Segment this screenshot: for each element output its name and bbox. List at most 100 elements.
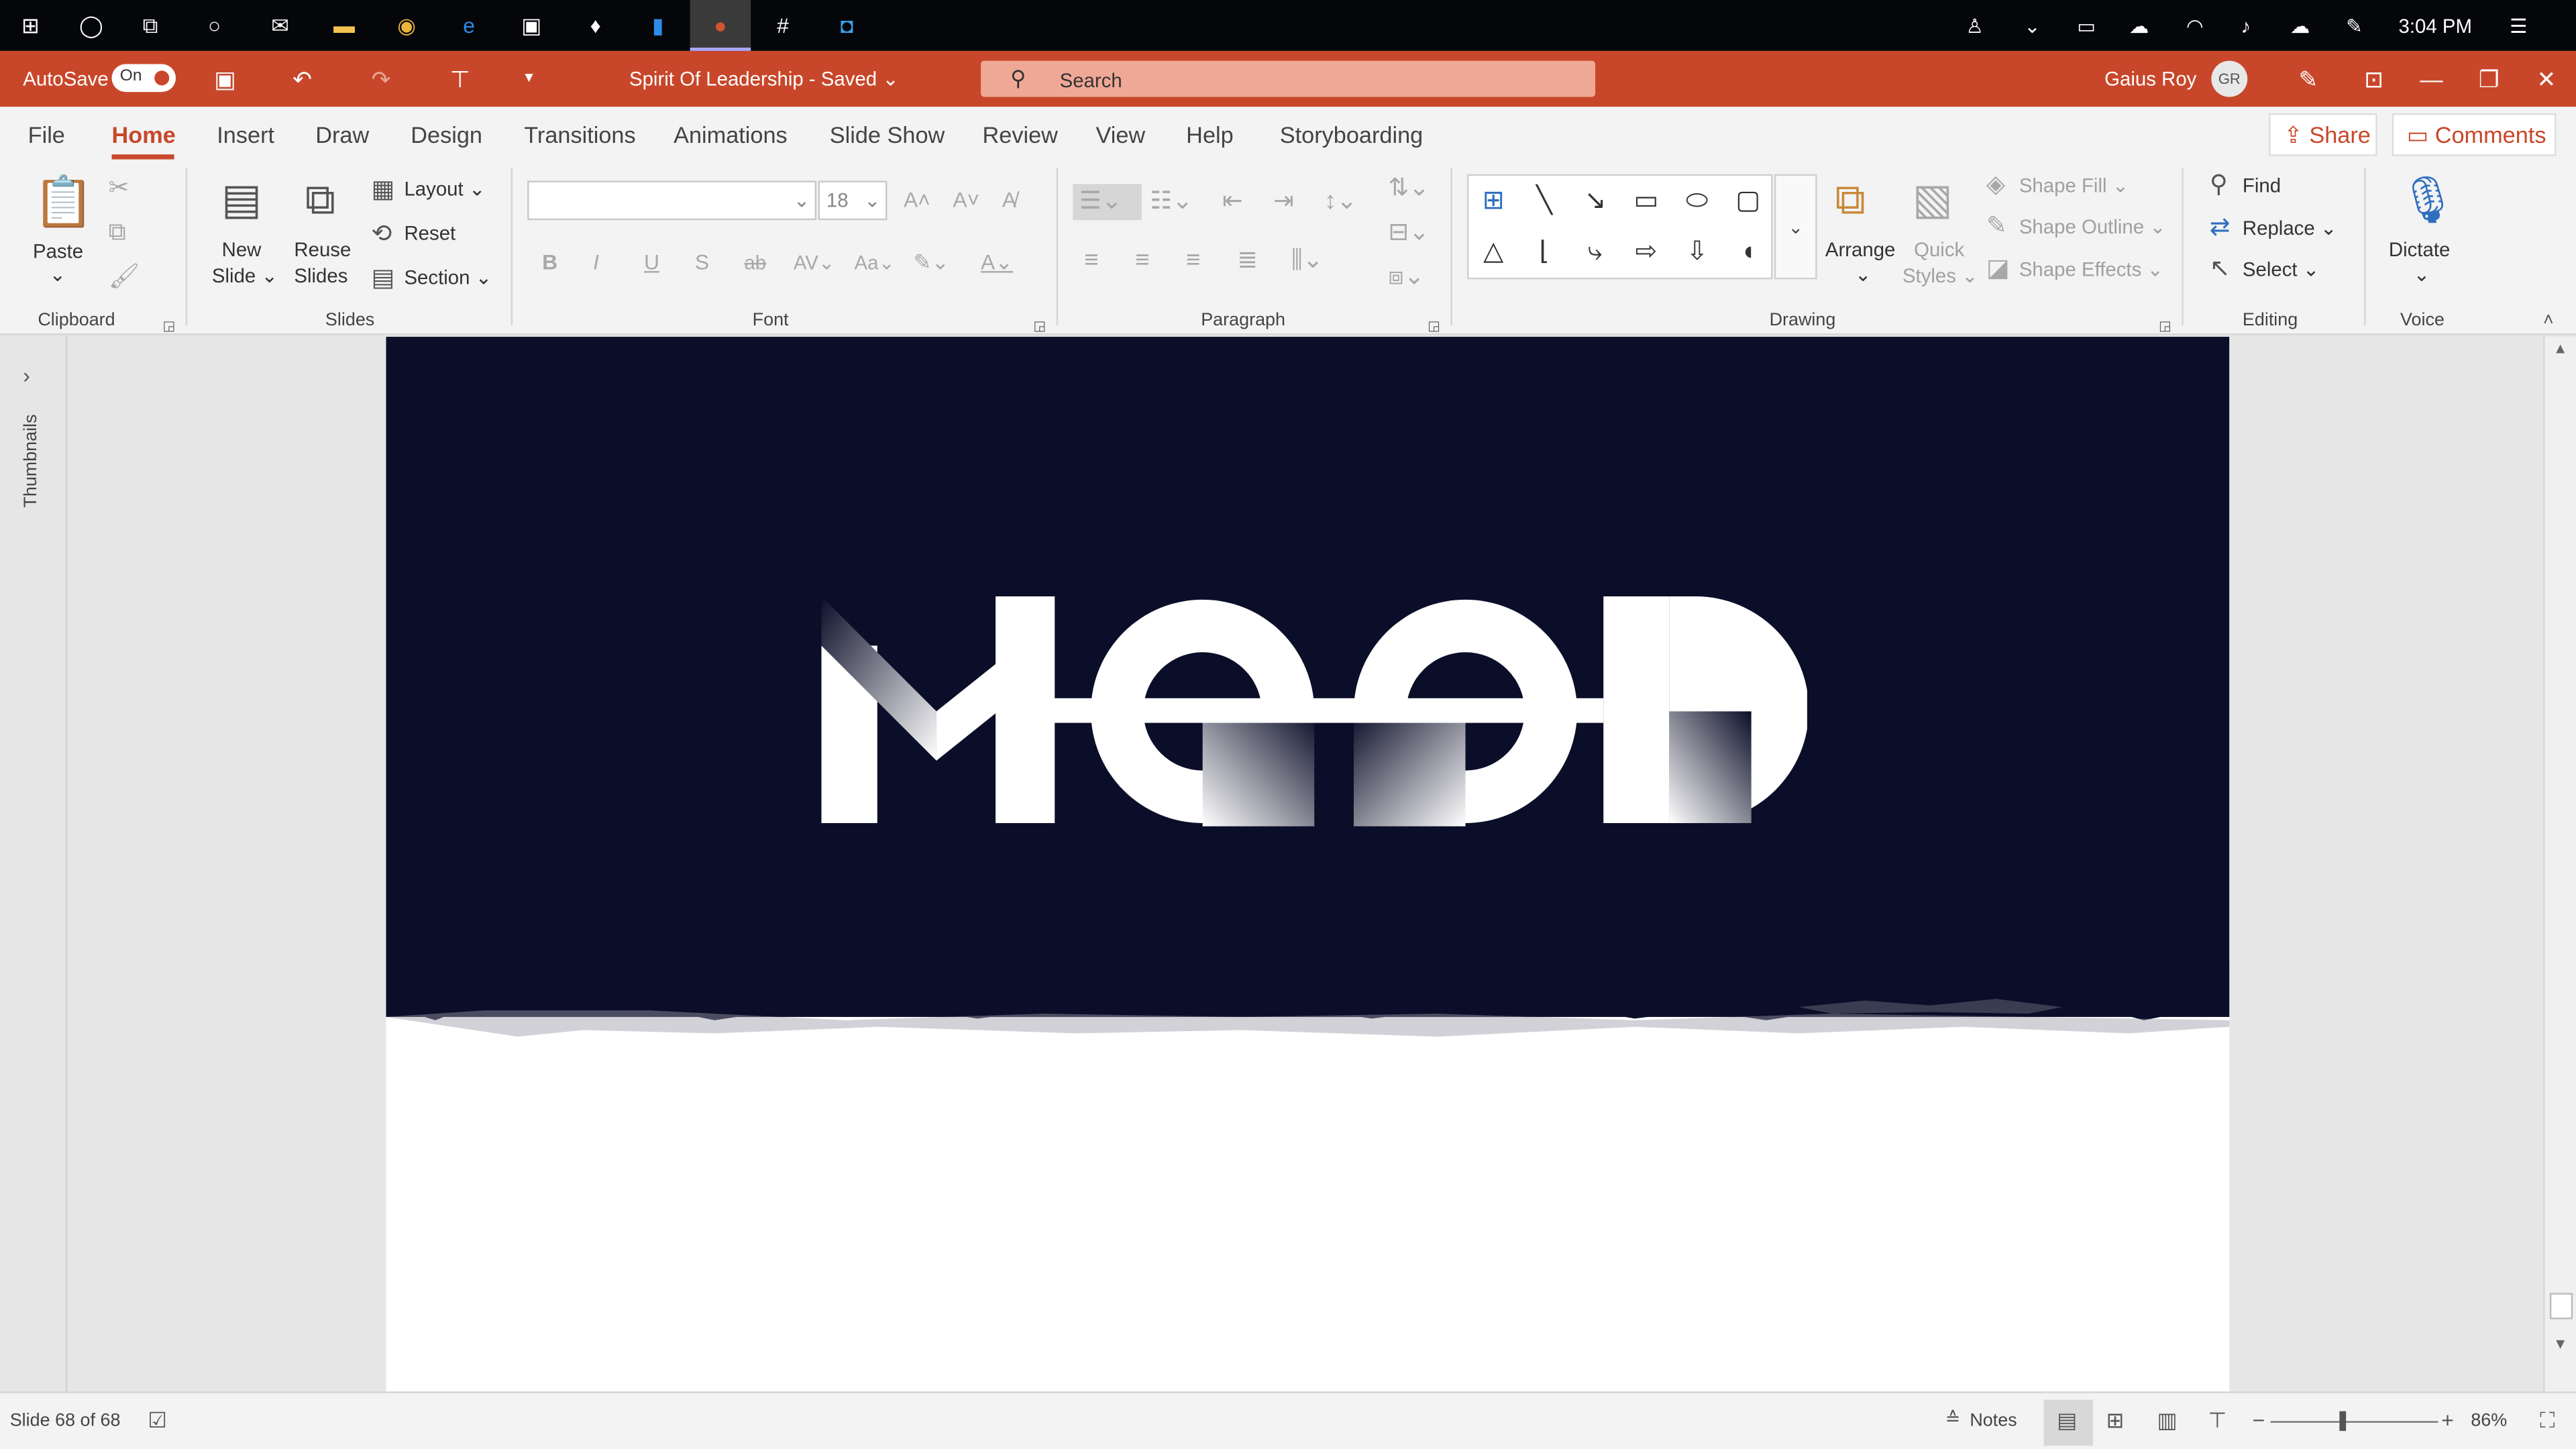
microphone-icon[interactable]: 🎙 bbox=[2399, 174, 2457, 227]
line-shape-icon[interactable]: ╲ bbox=[1525, 182, 1564, 222]
slide-sorter-icon[interactable]: ⊞ bbox=[2106, 1408, 2125, 1434]
chevron-up-icon[interactable]: ⌄ bbox=[2017, 11, 2047, 41]
clear-formatting-icon[interactable]: A̸ bbox=[1002, 186, 1016, 215]
arrow-line-shape-icon[interactable]: ↘ bbox=[1576, 182, 1615, 222]
dictate-dropdown-icon[interactable]: ⌄ bbox=[2414, 263, 2430, 286]
align-center-icon[interactable]: ≡ bbox=[1135, 246, 1149, 276]
pen-icon[interactable]: ✎ bbox=[2294, 64, 2323, 94]
expand-thumbnails-icon[interactable]: › bbox=[23, 363, 30, 388]
fit-slide-icon[interactable]: ⛶ bbox=[2540, 1408, 2555, 1434]
numbering-icon[interactable]: ☷⌄ bbox=[1150, 187, 1193, 217]
textbox-shape-icon[interactable]: ⊞ bbox=[1474, 182, 1513, 222]
align-text-icon[interactable]: ⊟⌄ bbox=[1388, 219, 1430, 248]
tab-file[interactable]: File bbox=[28, 121, 65, 148]
quick-styles-label[interactable]: Quick bbox=[1914, 238, 1964, 261]
scroll-up-icon[interactable]: ▲ bbox=[2553, 340, 2568, 356]
search-box[interactable]: ⚲ Search bbox=[981, 60, 1595, 97]
undo-icon[interactable]: ↶ bbox=[288, 64, 317, 94]
arrange-icon[interactable]: ⧉ bbox=[1835, 174, 1866, 223]
shape-effects-button[interactable]: Shape Effects ⌄ bbox=[2019, 258, 2163, 280]
line-spacing-icon[interactable]: ↕⌄ bbox=[1324, 187, 1357, 217]
close-icon[interactable]: ✕ bbox=[2532, 64, 2561, 94]
battery-icon[interactable]: ▭ bbox=[2072, 11, 2101, 41]
tab-slide-show[interactable]: Slide Show bbox=[830, 121, 945, 148]
align-left-icon[interactable]: ≡ bbox=[1084, 246, 1098, 276]
notes-icon[interactable]: ≙ bbox=[1945, 1408, 1961, 1429]
tab-help[interactable]: Help bbox=[1186, 121, 1234, 148]
tab-storyboarding[interactable]: Storyboarding bbox=[1280, 121, 1423, 148]
ribbon-display-icon[interactable]: ⊡ bbox=[2359, 64, 2389, 94]
increase-font-size-icon[interactable]: A˄ bbox=[904, 186, 930, 215]
quick-styles-dropdown[interactable]: Styles ⌄ bbox=[1902, 264, 1978, 287]
triangle-shape-icon[interactable]: △ bbox=[1474, 233, 1513, 273]
dictate-button[interactable]: Dictate bbox=[2389, 238, 2450, 261]
oval-shape-icon[interactable]: ⬭ bbox=[1677, 182, 1717, 222]
right-arrow-shape-icon[interactable]: ⇨ bbox=[1627, 233, 1666, 273]
document-title[interactable]: Spirit Of Leadership - Saved ⌄ bbox=[629, 67, 899, 90]
elbow-arrow-connector-icon[interactable]: ⤷ bbox=[1576, 233, 1615, 273]
tab-animations[interactable]: Animations bbox=[674, 121, 788, 148]
section-button[interactable]: Section ⌄ bbox=[404, 266, 492, 289]
paste-button[interactable]: Paste bbox=[33, 240, 83, 263]
rectangle-shape-icon[interactable]: ▭ bbox=[1627, 182, 1666, 222]
italic-icon[interactable]: I bbox=[593, 248, 599, 278]
lightbulb-icon[interactable]: ♦ bbox=[578, 8, 612, 42]
autosave-toggle[interactable]: On bbox=[111, 64, 176, 93]
rounded-rectangle-shape-icon[interactable]: ▢ bbox=[1728, 182, 1768, 222]
volume-icon[interactable]: ♪ bbox=[2231, 11, 2261, 41]
shape-outline-icon[interactable]: ✎ bbox=[1986, 212, 2007, 241]
share-button[interactable]: ⇪ Share bbox=[2269, 113, 2377, 156]
save-icon[interactable]: ▣ bbox=[210, 64, 239, 94]
underline-icon[interactable]: U bbox=[644, 248, 659, 278]
character-spacing-icon[interactable]: AV⌄ bbox=[794, 248, 835, 278]
shape-fill-button[interactable]: Shape Fill ⌄ bbox=[2019, 174, 2129, 197]
copy-icon[interactable]: ⧉ bbox=[109, 219, 126, 248]
edge-icon[interactable]: e bbox=[451, 8, 486, 42]
chrome-icon[interactable]: ◉ bbox=[389, 8, 423, 42]
user-name[interactable]: Gaius Roy bbox=[2104, 67, 2196, 90]
file-explorer-icon[interactable]: ▬ bbox=[327, 8, 361, 42]
text-direction-icon[interactable]: ⇅⌄ bbox=[1388, 174, 1430, 204]
new-slide-icon[interactable]: ▤ bbox=[217, 174, 266, 223]
new-slide-label[interactable]: New bbox=[222, 238, 262, 261]
onedrive-icon[interactable]: ☁ bbox=[2125, 11, 2154, 41]
smartart-icon[interactable]: ⧈⌄ bbox=[1388, 263, 1424, 292]
redo-icon[interactable]: ↷ bbox=[366, 64, 396, 94]
avatar[interactable]: GR bbox=[2211, 60, 2248, 97]
tab-draw[interactable]: Draw bbox=[315, 121, 369, 148]
bold-icon[interactable]: B bbox=[542, 248, 557, 278]
layout-button[interactable]: Layout ⌄ bbox=[404, 177, 485, 200]
shape-outline-button[interactable]: Shape Outline ⌄ bbox=[2019, 215, 2166, 238]
customize-toolbar-icon[interactable]: ▾ bbox=[515, 64, 544, 94]
columns-icon[interactable]: ⫼⌄ bbox=[1291, 246, 1324, 276]
normal-view-icon[interactable]: ▤ bbox=[2057, 1408, 2077, 1434]
thumbnails-label[interactable]: Thumbnails bbox=[21, 414, 41, 507]
increase-indent-icon[interactable]: ⇥ bbox=[1273, 187, 1294, 217]
replace-icon[interactable]: ⇄ bbox=[2210, 213, 2231, 243]
people-icon[interactable]: ♙ bbox=[1960, 11, 1990, 41]
shape-fill-icon[interactable]: ◈ bbox=[1986, 171, 2005, 201]
tab-design[interactable]: Design bbox=[411, 121, 482, 148]
pen-icon[interactable]: ✎ bbox=[2339, 11, 2369, 41]
tab-insert[interactable]: Insert bbox=[217, 121, 274, 148]
minimize-icon[interactable]: — bbox=[2416, 64, 2446, 94]
elbow-connector-icon[interactable]: ⌊ bbox=[1525, 233, 1564, 273]
upload-icon[interactable]: ☁ bbox=[2286, 11, 2315, 41]
freeform-shape-icon[interactable]: ◖ bbox=[1728, 233, 1768, 273]
reuse-slides-label-2[interactable]: Slides bbox=[294, 264, 347, 287]
notification-icon[interactable]: ☰ bbox=[2504, 11, 2533, 41]
thumbnails-pane[interactable]: › Thumbnails bbox=[0, 337, 68, 1392]
accessibility-icon[interactable]: ☑ bbox=[148, 1408, 167, 1434]
zoom-slider[interactable] bbox=[2270, 1421, 2438, 1423]
zoom-slider-thumb[interactable] bbox=[2339, 1411, 2347, 1432]
change-case-icon[interactable]: Aa⌄ bbox=[854, 248, 895, 278]
slideshow-icon[interactable]: ⊤ bbox=[2208, 1408, 2226, 1434]
arrange-dropdown-icon[interactable]: ⌄ bbox=[1855, 263, 1872, 286]
zoom-in-icon[interactable]: + bbox=[2441, 1408, 2454, 1433]
new-slide-dropdown[interactable]: Slide ⌄ bbox=[212, 264, 278, 287]
bullets-button[interactable]: ☰⌄ bbox=[1073, 184, 1142, 221]
restore-icon[interactable]: ❐ bbox=[2474, 64, 2504, 94]
paste-icon[interactable]: 📋 bbox=[33, 174, 94, 233]
slack-icon[interactable]: # bbox=[765, 8, 800, 42]
justify-icon[interactable]: ≣ bbox=[1237, 246, 1258, 276]
